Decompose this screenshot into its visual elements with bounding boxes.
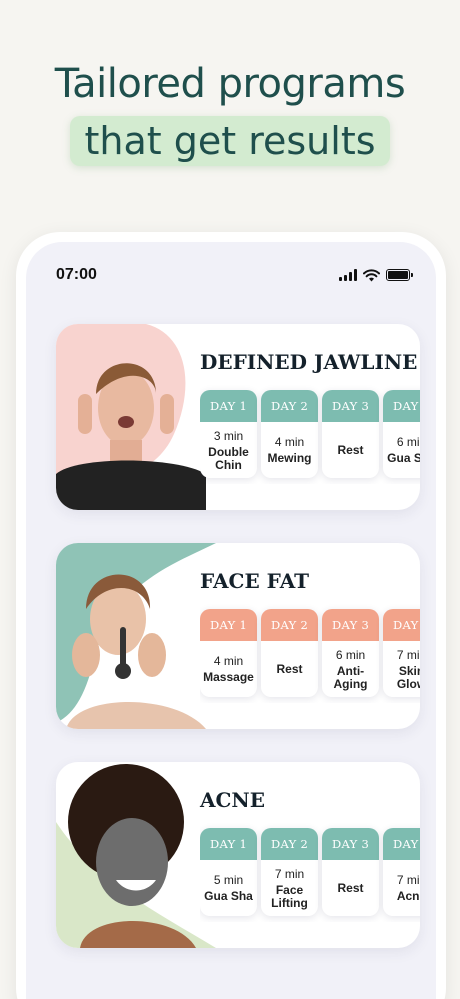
hero-heading: Tailored programs that get results: [0, 58, 460, 166]
day-schedule: DAY 1 3 min Double Chin DAY 2 4 min Mewi…: [200, 390, 420, 478]
day-tile[interactable]: DAY 2 Rest: [261, 609, 318, 697]
day-tile[interactable]: DAY 4 7 min Acne: [383, 828, 420, 916]
hero-title-line2-highlight: that get results: [70, 116, 390, 166]
phone-frame: 07:00 DEFINED JAWLINE DAY 1 3 min Double…: [16, 232, 446, 999]
phone-screen: 07:00 DEFINED JAWLINE DAY 1 3 min Double…: [26, 242, 436, 999]
day-tile[interactable]: DAY 2 4 min Mewing: [261, 390, 318, 478]
program-card-face-fat[interactable]: FACE FAT DAY 1 4 min Massage DAY 2 Rest: [56, 543, 420, 729]
program-card-acne[interactable]: ACNE DAY 1 5 min Gua Sha DAY 2 7 min Fac…: [56, 762, 420, 948]
day-tile[interactable]: DAY 4 6 min Gua Sha: [383, 390, 420, 478]
day-tile[interactable]: DAY 3 Rest: [322, 390, 379, 478]
day-tile[interactable]: DAY 1 5 min Gua Sha: [200, 828, 257, 916]
day-tile[interactable]: DAY 1 3 min Double Chin: [200, 390, 257, 478]
status-time: 07:00: [56, 266, 97, 283]
day-schedule: DAY 1 5 min Gua Sha DAY 2 7 min Face Lif…: [200, 828, 420, 916]
day-tile[interactable]: DAY 4 7 min Skin Glow: [383, 609, 420, 697]
status-bar: 07:00: [56, 264, 413, 286]
program-title: ACNE: [200, 788, 265, 812]
hero-title-line1: Tailored programs: [54, 61, 406, 107]
program-title: FACE FAT: [200, 569, 310, 593]
program-photo: [56, 762, 216, 948]
wifi-icon: [363, 268, 380, 281]
day-tile[interactable]: DAY 3 6 min Anti-Aging: [322, 609, 379, 697]
program-title: DEFINED JAWLINE: [200, 350, 418, 374]
program-photo: [56, 543, 216, 729]
day-tile[interactable]: DAY 3 Rest: [322, 828, 379, 916]
day-tile[interactable]: DAY 2 7 min Face Lifting: [261, 828, 318, 916]
day-schedule: DAY 1 4 min Massage DAY 2 Rest DAY 3 6 m…: [200, 609, 420, 697]
program-card-jawline[interactable]: DEFINED JAWLINE DAY 1 3 min Double Chin …: [56, 324, 420, 510]
cellular-signal-icon: [339, 269, 357, 281]
program-photo: [56, 324, 216, 510]
day-tile[interactable]: DAY 1 4 min Massage: [200, 609, 257, 697]
battery-icon: [386, 269, 413, 281]
